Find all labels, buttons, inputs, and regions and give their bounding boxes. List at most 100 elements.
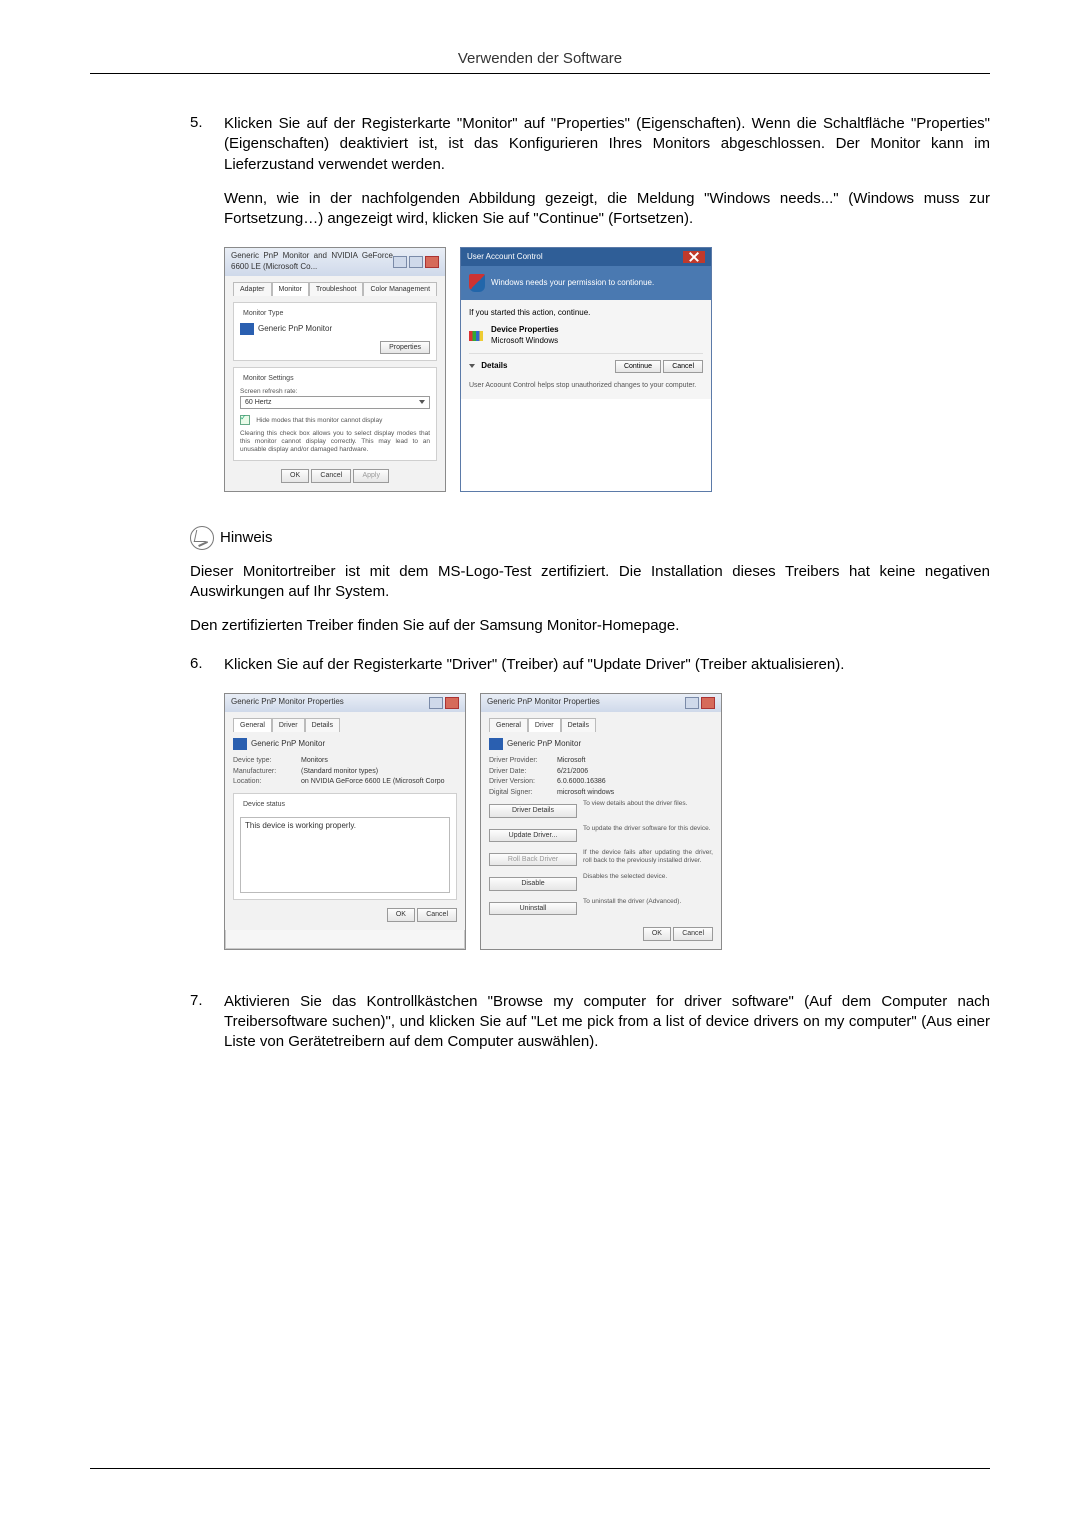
manufacturer-label: Manufacturer: bbox=[233, 767, 301, 776]
chevron-down-icon bbox=[419, 400, 425, 404]
hinweis-p1: Dieser Monitortreiber ist mit dem MS-Log… bbox=[190, 562, 990, 603]
help-icon[interactable] bbox=[685, 697, 699, 709]
header-rule bbox=[90, 73, 990, 74]
close-icon[interactable] bbox=[445, 697, 459, 709]
tab-color-management[interactable]: Color Management bbox=[363, 282, 437, 296]
device-type-value: Monitors bbox=[301, 756, 457, 765]
group-monitor-type: Monitor Type bbox=[240, 309, 286, 318]
hinweis-label: Hinweis bbox=[220, 529, 273, 546]
step-5-p1: Klicken Sie auf der Registerkarte "Monit… bbox=[224, 114, 990, 175]
windows-flag-icon bbox=[469, 331, 483, 341]
manufacturer-value: (Standard monitor types) bbox=[301, 767, 457, 776]
hinweis-p2: Den zertifizierten Treiber finden Sie au… bbox=[190, 616, 990, 636]
hide-modes-help: Clearing this check box allows you to se… bbox=[240, 430, 430, 454]
refresh-rate-label: Screen refresh rate: bbox=[240, 388, 430, 396]
monitor-name: Generic PnP Monitor bbox=[258, 324, 332, 333]
close-icon[interactable] bbox=[701, 697, 715, 709]
monitor-name: Generic PnP Monitor bbox=[507, 739, 581, 748]
roll-back-help: If the device fails after updating the d… bbox=[583, 849, 713, 865]
step-7-p1: Aktivieren Sie das Kontrollkästchen "Bro… bbox=[224, 992, 990, 1053]
ok-button[interactable]: OK bbox=[281, 469, 309, 482]
uac-banner-text: Windows needs your permission to contion… bbox=[491, 278, 654, 289]
device-status-text: This device is working properly. bbox=[240, 817, 450, 893]
step-6-number: 6. bbox=[190, 655, 224, 974]
monitor-name: Generic PnP Monitor bbox=[251, 739, 325, 748]
driver-provider-label: Driver Provider: bbox=[489, 756, 557, 765]
update-driver-button[interactable]: Update Driver... bbox=[489, 829, 577, 842]
screenshot-driver-general: Generic PnP Monitor Properties General D… bbox=[224, 693, 466, 950]
disable-help: Disables the selected device. bbox=[583, 873, 713, 881]
step-5-number: 5. bbox=[190, 114, 224, 516]
cancel-button[interactable]: Cancel bbox=[673, 927, 713, 940]
uac-footer-text: User Acoount Control helps stop unauthor… bbox=[469, 381, 703, 390]
tab-details[interactable]: Details bbox=[561, 718, 596, 732]
disable-button[interactable]: Disable bbox=[489, 877, 577, 890]
apply-button[interactable]: Apply bbox=[353, 469, 389, 482]
properties-button[interactable]: Properties bbox=[380, 341, 430, 354]
location-label: Location: bbox=[233, 777, 301, 786]
tab-details[interactable]: Details bbox=[305, 718, 340, 732]
uac-publisher: Microsoft Windows bbox=[491, 336, 559, 347]
cancel-button[interactable]: Cancel bbox=[663, 360, 703, 373]
update-driver-help: To update the driver software for this d… bbox=[583, 825, 713, 833]
driver-provider-value: Microsoft bbox=[557, 756, 713, 765]
shield-icon bbox=[469, 274, 485, 292]
dlg-driver-general-title: Generic PnP Monitor Properties bbox=[231, 697, 344, 708]
continue-button[interactable]: Continue bbox=[615, 360, 661, 373]
note-icon bbox=[190, 526, 214, 550]
tab-monitor[interactable]: Monitor bbox=[272, 282, 309, 296]
driver-date-value: 6/21/2006 bbox=[557, 767, 713, 776]
screenshot-monitor-properties: Generic PnP Monitor and NVIDIA GeForce 6… bbox=[224, 247, 446, 492]
ok-button[interactable]: OK bbox=[643, 927, 671, 940]
monitor-icon bbox=[240, 323, 254, 335]
details-toggle[interactable]: Details bbox=[481, 361, 507, 370]
dlg-driver-driver-title: Generic PnP Monitor Properties bbox=[487, 697, 600, 708]
help-icon[interactable] bbox=[429, 697, 443, 709]
roll-back-driver-button[interactable]: Roll Back Driver bbox=[489, 853, 577, 866]
tab-driver[interactable]: Driver bbox=[272, 718, 305, 732]
device-status-label: Device status bbox=[240, 800, 288, 809]
separator bbox=[469, 353, 703, 354]
step-7-number: 7. bbox=[190, 992, 224, 1067]
refresh-rate-select[interactable]: 60 Hertz bbox=[240, 396, 430, 409]
ok-button[interactable]: OK bbox=[387, 908, 415, 921]
uac-title: User Account Control bbox=[467, 252, 543, 263]
tab-adapter[interactable]: Adapter bbox=[233, 282, 272, 296]
group-monitor-settings: Monitor Settings bbox=[240, 374, 297, 383]
driver-details-button[interactable]: Driver Details bbox=[489, 804, 577, 817]
monitor-icon bbox=[489, 738, 503, 750]
digital-signer-label: Digital Signer: bbox=[489, 788, 557, 797]
location-value: on NVIDIA GeForce 6600 LE (Microsoft Cor… bbox=[301, 777, 457, 786]
step-5-p2: Wenn, wie in der nachfolgenden Abbildung… bbox=[224, 189, 990, 230]
uninstall-help: To uninstall the driver (Advanced). bbox=[583, 898, 713, 906]
uac-if-started: If you started this action, continue. bbox=[469, 308, 703, 319]
page-header-title: Verwenden der Software bbox=[90, 50, 990, 67]
uninstall-button[interactable]: Uninstall bbox=[489, 902, 577, 915]
device-type-label: Device type: bbox=[233, 756, 301, 765]
driver-version-value: 6.0.6000.16386 bbox=[557, 777, 713, 786]
chevron-down-icon bbox=[469, 364, 475, 368]
cancel-button[interactable]: Cancel bbox=[311, 469, 351, 482]
footer-rule bbox=[90, 1468, 990, 1469]
dlg-monitor-title: Generic PnP Monitor and NVIDIA GeForce 6… bbox=[231, 251, 393, 273]
hide-modes-label: Hide modes that this monitor cannot disp… bbox=[256, 417, 382, 424]
step-6-p1: Klicken Sie auf der Registerkarte "Drive… bbox=[224, 655, 990, 675]
close-icon[interactable] bbox=[683, 251, 705, 263]
maximize-icon[interactable] bbox=[409, 256, 423, 268]
refresh-rate-value: 60 Hertz bbox=[245, 398, 271, 407]
cancel-button[interactable]: Cancel bbox=[417, 908, 457, 921]
minimize-icon[interactable] bbox=[393, 256, 407, 268]
driver-details-help: To view details about the driver files. bbox=[583, 800, 713, 808]
driver-version-label: Driver Version: bbox=[489, 777, 557, 786]
tab-driver[interactable]: Driver bbox=[528, 718, 561, 732]
tab-general[interactable]: General bbox=[233, 718, 272, 732]
monitor-icon bbox=[233, 738, 247, 750]
uac-program-name: Device Properties bbox=[491, 325, 559, 336]
close-icon[interactable] bbox=[425, 256, 439, 268]
tab-troubleshoot[interactable]: Troubleshoot bbox=[309, 282, 364, 296]
tab-general[interactable]: General bbox=[489, 718, 528, 732]
screenshot-driver-driver: Generic PnP Monitor Properties General D… bbox=[480, 693, 722, 950]
screenshot-uac: User Account Control Windows needs your … bbox=[460, 247, 712, 492]
hide-modes-checkbox[interactable] bbox=[240, 415, 250, 425]
driver-date-label: Driver Date: bbox=[489, 767, 557, 776]
